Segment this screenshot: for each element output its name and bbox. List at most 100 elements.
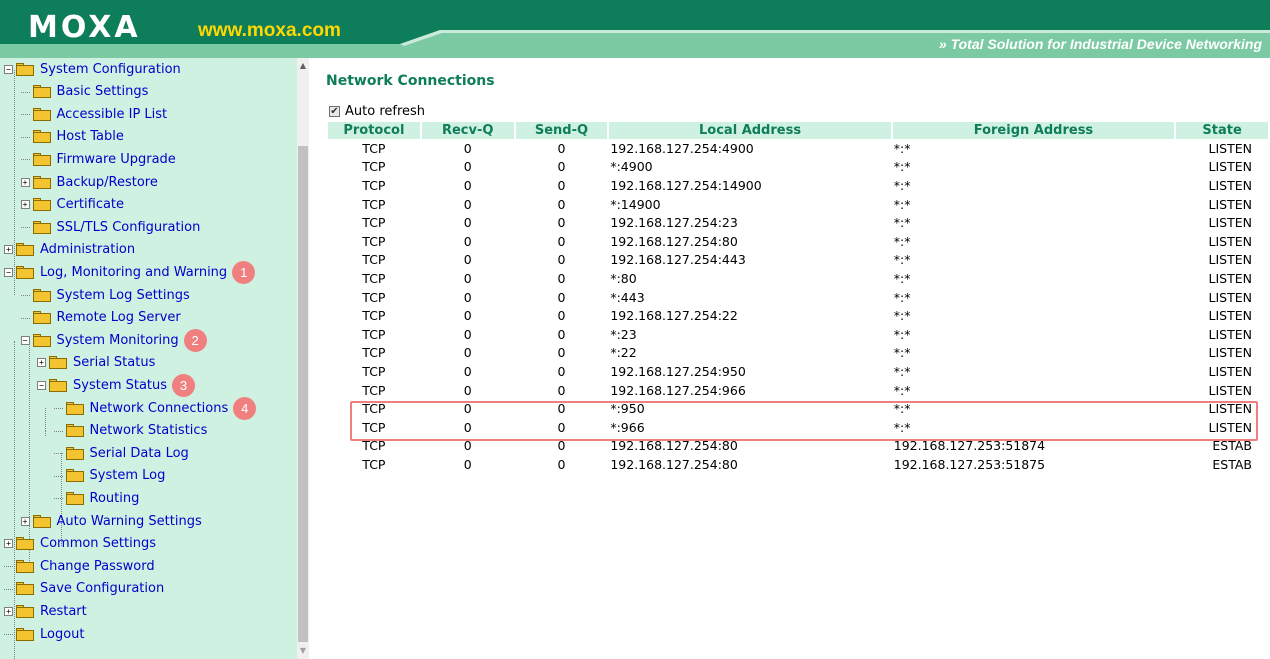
sidebar-item-label[interactable]: Common Settings: [40, 536, 156, 551]
expand-icon[interactable]: +: [4, 245, 13, 255]
sidebar-item-ssl-tls-configuration[interactable]: SSL/TLS Configuration: [20, 217, 201, 237]
folder-icon: [32, 288, 51, 302]
collapse-icon[interactable]: −: [4, 267, 13, 277]
sidebar-item-label[interactable]: Serial Data Log: [90, 446, 189, 461]
sidebar-item-host-table[interactable]: Host Table: [20, 127, 124, 147]
expand-icon[interactable]: +: [37, 358, 46, 368]
sidebar-item-auto-warning-settings[interactable]: + Auto Warning Settings: [20, 511, 202, 531]
sidebar-item-network-connections[interactable]: Network Connections 4: [53, 396, 257, 420]
sidebar-item-label[interactable]: System Status: [73, 378, 167, 393]
step-badge: 3: [172, 373, 196, 397]
sidebar-item-label[interactable]: Firmware Upgrade: [57, 152, 176, 167]
sidebar-item-save-configuration[interactable]: Save Configuration: [4, 579, 164, 599]
folder-icon: [32, 220, 51, 234]
tree-connector: [20, 227, 30, 229]
expand-icon[interactable]: +: [4, 539, 13, 549]
sidebar-item-restart[interactable]: + Restart: [4, 601, 87, 621]
sidebar-item-label[interactable]: SSL/TLS Configuration: [57, 220, 201, 235]
folder-icon: [65, 446, 84, 460]
sidebar-item-serial-data-log[interactable]: Serial Data Log: [53, 443, 189, 463]
expand-icon[interactable]: +: [20, 516, 30, 526]
collapse-icon[interactable]: −: [37, 380, 46, 390]
sidebar-item-system-configuration[interactable]: − System Configuration: [4, 59, 181, 79]
sidebar-item-backup-restore[interactable]: + Backup/Restore: [20, 172, 158, 192]
step-badge: 2: [183, 328, 207, 352]
scroll-up-arrow-icon[interactable]: ▲: [297, 60, 309, 72]
folder-icon: [49, 378, 67, 392]
sidebar-item-label[interactable]: Log, Monitoring and Warning: [40, 265, 227, 280]
sidebar-item-serial-status[interactable]: + Serial Status: [37, 353, 155, 373]
sidebar-item-label[interactable]: Save Configuration: [40, 581, 164, 596]
cell-state: ESTAB: [1212, 456, 1252, 472]
sidebar-item-basic-settings[interactable]: Basic Settings: [20, 82, 149, 102]
folder-icon: [65, 424, 84, 438]
sidebar-item-label[interactable]: Auto Warning Settings: [57, 514, 202, 529]
sidebar-item-label[interactable]: Serial Status: [73, 355, 155, 370]
sidebar-item-label[interactable]: Accessible IP List: [57, 107, 168, 122]
step-badge: 1: [232, 260, 256, 284]
collapse-icon[interactable]: −: [4, 64, 13, 74]
sidebar-item-certificate[interactable]: + Certificate: [20, 195, 125, 215]
folder-icon: [65, 491, 84, 505]
sidebar-item-change-password[interactable]: Change Password: [4, 556, 155, 576]
expand-icon[interactable]: +: [4, 606, 13, 616]
sidebar-item-network-statistics[interactable]: Network Statistics: [53, 421, 208, 441]
table-row: TCP 0 0 192.168.127.254:80 *:* LISTEN: [328, 232, 1268, 251]
cell-foreign-address: *:*: [893, 159, 911, 175]
sidebar-item-label[interactable]: Network Connections: [90, 401, 229, 416]
sidebar-item-log-monitoring-and-warning[interactable]: − Log, Monitoring and Warning 1: [4, 260, 256, 284]
sidebar-scrollbar[interactable]: ▲ ▼: [297, 58, 309, 659]
sidebar-item-system-status[interactable]: − System Status 3: [37, 373, 196, 397]
sidebar-item-label[interactable]: System Log Settings: [57, 288, 190, 303]
sidebar-item-label[interactable]: Change Password: [40, 559, 155, 574]
scroll-thumb[interactable]: [298, 146, 308, 642]
sidebar-item-label[interactable]: Administration: [40, 242, 135, 257]
cell-recv-q: 0: [463, 326, 472, 342]
sidebar-item-label[interactable]: System Monitoring: [57, 333, 179, 348]
sidebar-item-label[interactable]: Remote Log Server: [57, 310, 181, 325]
sidebar-item-label[interactable]: Routing: [90, 491, 140, 506]
folder-icon: [32, 514, 51, 528]
tree-connector: [53, 453, 63, 455]
sidebar-item-system-monitoring[interactable]: − System Monitoring 2: [20, 328, 207, 352]
cell-send-q: 0: [557, 382, 566, 398]
sidebar-item-label[interactable]: Logout: [40, 627, 85, 642]
sidebar-item-accessible-ip-list[interactable]: Accessible IP List: [20, 104, 168, 124]
collapse-icon[interactable]: −: [20, 335, 30, 345]
sidebar-item-system-log[interactable]: System Log: [53, 466, 166, 486]
table-header-row: Protocol Recv-Q Send-Q Local Address For…: [328, 122, 1268, 139]
auto-refresh-control[interactable]: ✔ Auto refresh: [329, 104, 425, 119]
sidebar-item-label[interactable]: Host Table: [57, 129, 124, 144]
table-row: TCP 0 0 *:22 *:* LISTEN: [328, 344, 1268, 363]
cell-send-q: 0: [557, 289, 566, 305]
sidebar-item-label[interactable]: Basic Settings: [57, 84, 149, 99]
sidebar-item-system-log-settings[interactable]: System Log Settings: [20, 285, 190, 305]
sidebar-item-remote-log-server[interactable]: Remote Log Server: [20, 308, 181, 328]
header-foreign-address: Foreign Address: [892, 122, 1175, 139]
sidebar-item-label[interactable]: Backup/Restore: [57, 175, 158, 190]
sidebar-item-administration[interactable]: + Administration: [4, 240, 135, 260]
cell-protocol: TCP: [362, 270, 386, 286]
sidebar-item-label[interactable]: Certificate: [57, 197, 125, 212]
table-row: TCP 0 0 *:80 *:* LISTEN: [328, 269, 1268, 288]
expand-icon[interactable]: +: [20, 200, 30, 210]
cell-local-address: 192.168.127.254:14900: [610, 177, 762, 193]
cell-send-q: 0: [557, 363, 566, 379]
sidebar-item-firmware-upgrade[interactable]: Firmware Upgrade: [20, 149, 176, 169]
cell-protocol: TCP: [362, 308, 386, 324]
sidebar-item-routing[interactable]: Routing: [53, 488, 140, 508]
sidebar-item-label[interactable]: Restart: [40, 604, 87, 619]
auto-refresh-checkbox[interactable]: ✔: [329, 106, 340, 117]
cell-foreign-address: *:*: [893, 233, 911, 249]
sidebar-item-label[interactable]: System Log: [90, 468, 166, 483]
sidebar-item-label[interactable]: System Configuration: [40, 62, 181, 77]
tree-connector: [20, 317, 30, 319]
sidebar-item-logout[interactable]: Logout: [4, 624, 85, 644]
folder-icon: [16, 604, 34, 618]
cell-state: LISTEN: [1208, 363, 1252, 379]
scroll-down-arrow-icon[interactable]: ▼: [297, 645, 309, 657]
table-row: TCP 0 0 192.168.127.254:80 192.168.127.253:5…: [328, 455, 1268, 474]
sidebar-item-common-settings[interactable]: + Common Settings: [4, 534, 156, 554]
expand-icon[interactable]: +: [20, 177, 30, 187]
sidebar-item-label[interactable]: Network Statistics: [90, 423, 208, 438]
